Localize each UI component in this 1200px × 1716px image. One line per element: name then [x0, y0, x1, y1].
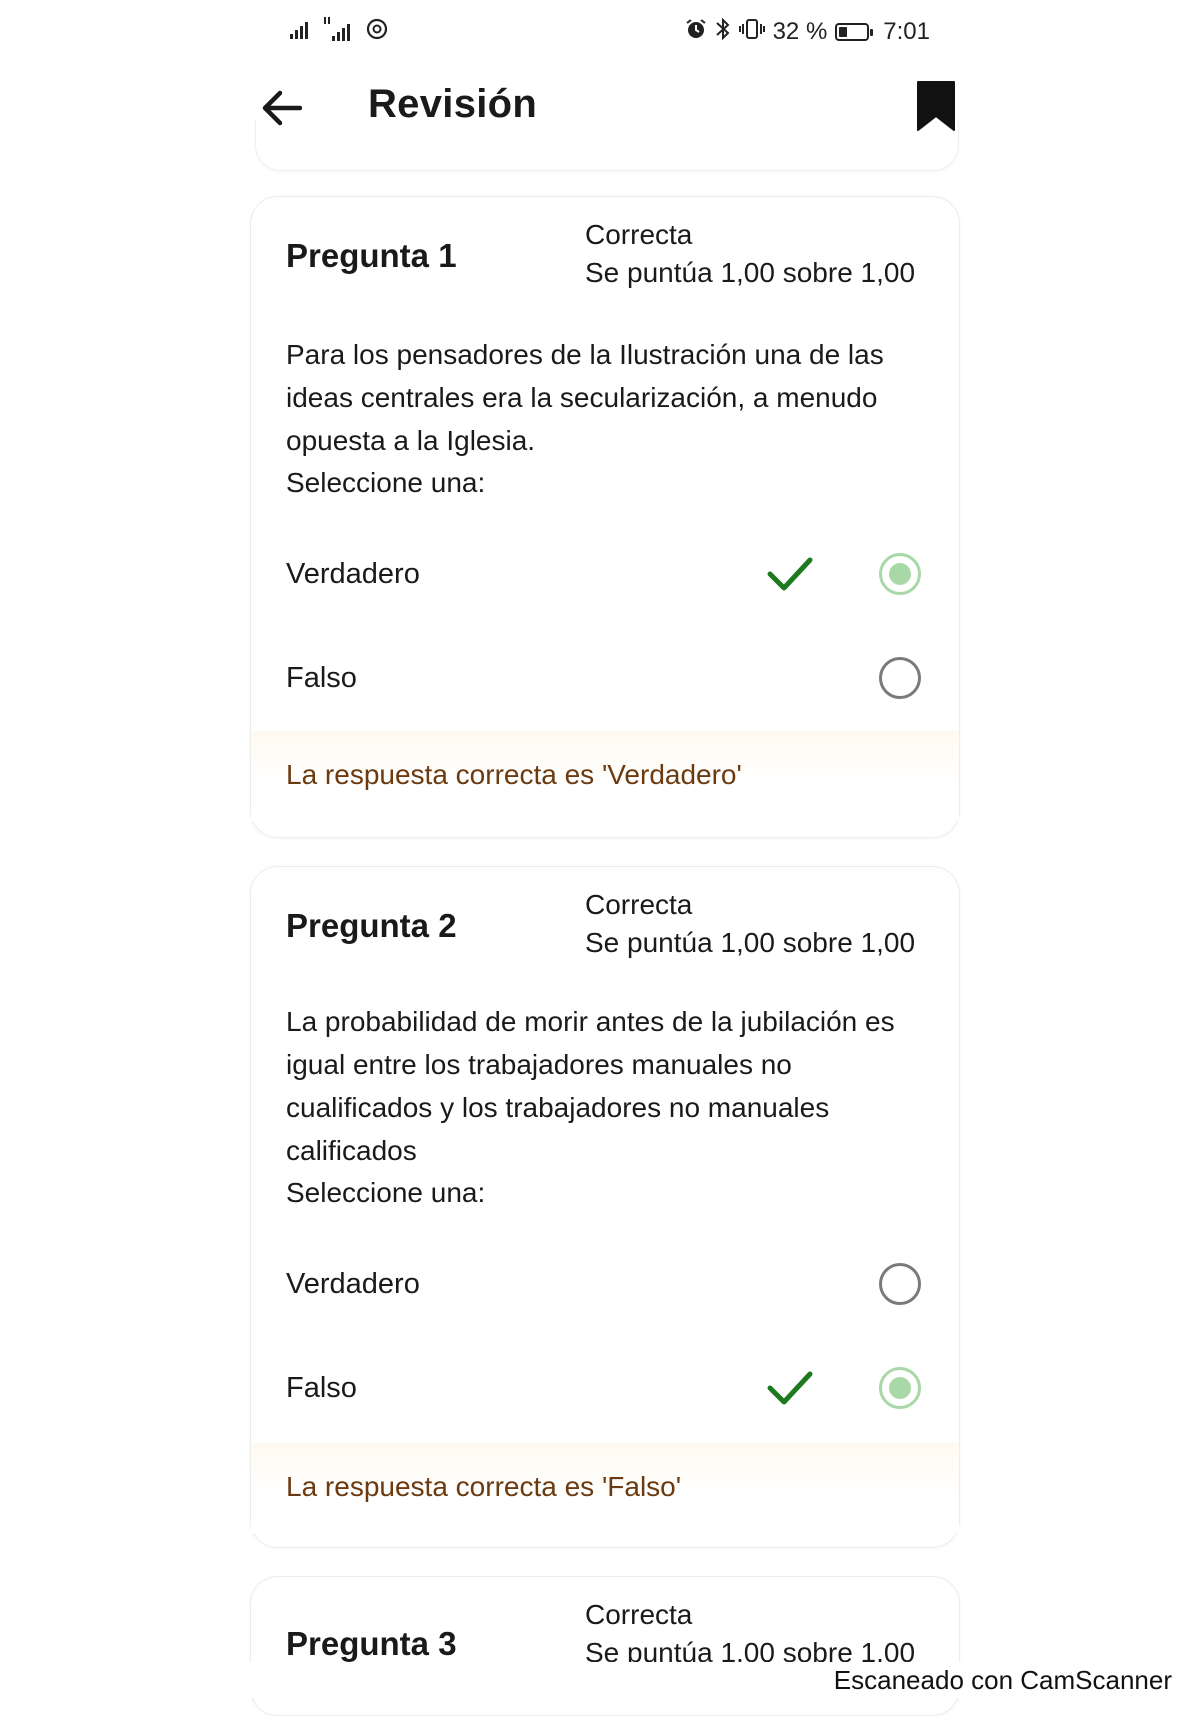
radio-button-selected[interactable] [879, 553, 921, 595]
question-title: Pregunta 3 [286, 1625, 457, 1662]
radio-button[interactable] [879, 1263, 921, 1305]
option-falso[interactable]: Falso [251, 648, 961, 712]
check-icon [767, 1371, 813, 1405]
question-score: Se puntúa 1,00 sobre 1,00 [585, 257, 916, 288]
radio-dot [889, 563, 911, 585]
status-right: 32 % 7:01 [685, 12, 930, 52]
phone-screen: 32 % 7:01 Revisión Pregunta 1 Correcta S… [0, 0, 1200, 1716]
status-bar: 32 % 7:01 [290, 12, 930, 52]
question-card-1: Pregunta 1 Correcta Se puntúa 1,00 sobre… [250, 196, 960, 838]
question-status: Correcta [585, 219, 693, 250]
scanner-watermark: Escaneado con CamScanner [833, 1665, 1172, 1696]
option-label: Verdadero [286, 558, 420, 590]
question-text: La probabilidad de morir antes de la jub… [286, 1006, 895, 1166]
option-label: Verdadero [286, 1268, 420, 1300]
question-score: Se puntúa 1,00 sobre 1,00 [585, 927, 916, 958]
signal-icon [290, 18, 314, 46]
feedback-box: La respuesta correcta es 'Verdadero' [251, 731, 959, 821]
bluetooth-icon [715, 17, 731, 48]
battery-percent: 32 % [772, 18, 828, 45]
battery-icon [835, 23, 874, 41]
radio-button[interactable] [879, 657, 921, 699]
alarm-icon [685, 18, 707, 47]
feedback-box: La respuesta correcta es 'Falso' [251, 1443, 959, 1533]
question-state: Correcta Se puntúa 1,00 sobre 1,00 [585, 1596, 915, 1672]
question-state: Correcta Se puntúa 1,00 sobre 1,00 [585, 216, 915, 292]
threads-icon [366, 18, 388, 47]
option-label: Falso [286, 1372, 357, 1404]
question-title: Pregunta 1 [286, 237, 457, 274]
question-status: Correcta [585, 1599, 693, 1630]
option-falso[interactable]: Falso [251, 1358, 961, 1422]
question-title: Pregunta 2 [286, 907, 457, 944]
check-icon [767, 557, 813, 591]
battery-fill [839, 27, 848, 37]
feedback-text: La respuesta correcta es 'Falso' [286, 1471, 682, 1502]
question-state: Correcta Se puntúa 1,00 sobre 1,00 [585, 886, 915, 962]
option-verdadero[interactable]: Verdadero [251, 544, 961, 608]
question-prompt: Seleccione una: [286, 1177, 486, 1208]
previous-card-edge [255, 120, 959, 171]
radio-button-selected[interactable] [879, 1367, 921, 1409]
signal-icon-secondary [324, 16, 356, 48]
vibrate-icon [738, 18, 765, 47]
question-prompt: Seleccione una: [286, 467, 486, 498]
option-label: Falso [286, 662, 357, 694]
question-text: Para los pensadores de la Ilustración un… [286, 339, 884, 456]
status-left [290, 12, 388, 52]
status-time: 7:01 [883, 18, 930, 45]
feedback-text: La respuesta correcta es 'Verdadero' [286, 759, 742, 790]
option-verdadero[interactable]: Verdadero [251, 1254, 961, 1318]
question-status: Correcta [585, 889, 693, 920]
radio-dot [889, 1377, 911, 1399]
question-card-2: Pregunta 2 Correcta Se puntúa 1,00 sobre… [250, 866, 960, 1548]
